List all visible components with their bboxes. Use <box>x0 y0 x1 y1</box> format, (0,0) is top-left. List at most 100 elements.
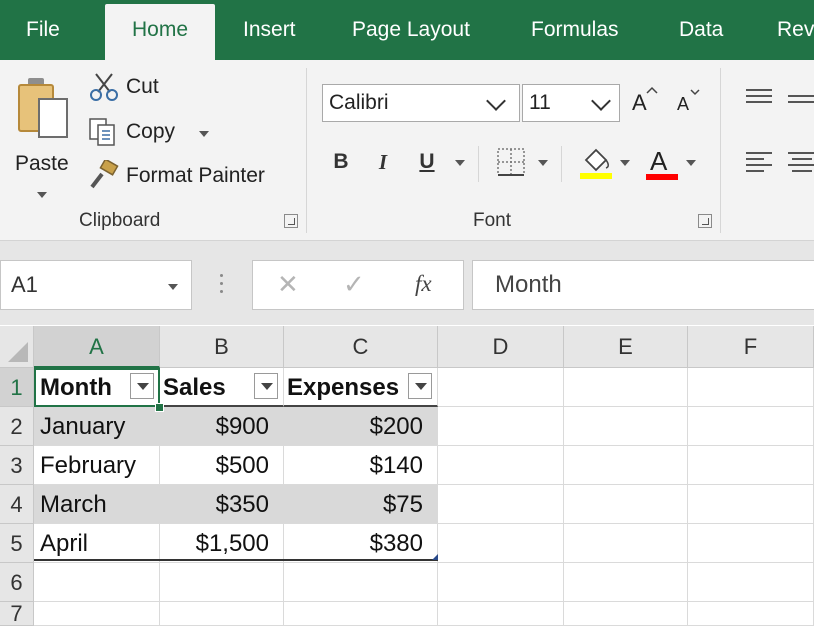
column-header-d[interactable]: D <box>438 326 564 368</box>
select-all-button[interactable] <box>0 326 34 368</box>
font-color-dropdown-icon[interactable] <box>686 160 696 166</box>
cell-c6[interactable] <box>284 563 438 602</box>
cell-a5[interactable]: April <box>34 524 160 563</box>
column-header-a[interactable]: A <box>34 326 160 368</box>
cell-e5[interactable] <box>564 524 688 563</box>
worksheet-grid: ABCDEF 1234567 Month Sales Expenses January… <box>0 326 814 626</box>
tab-home[interactable]: Home <box>105 4 215 60</box>
fill-handle[interactable] <box>155 403 164 412</box>
cell-d7[interactable] <box>438 602 564 626</box>
underline-dropdown-icon[interactable] <box>455 160 465 166</box>
cell-e3[interactable] <box>564 446 688 485</box>
cell-d3[interactable] <box>438 446 564 485</box>
row-header-4[interactable]: 4 <box>0 485 34 524</box>
cell-f2[interactable] <box>688 407 814 446</box>
cell-f7[interactable] <box>688 602 814 626</box>
tab-insert[interactable]: Insert <box>243 0 296 60</box>
fill-color-dropdown-icon[interactable] <box>620 160 630 166</box>
cell-b4[interactable]: $350 <box>160 485 284 524</box>
copy-button[interactable]: Copy <box>126 120 175 144</box>
clipboard-dialog-launcher-icon[interactable] <box>284 214 298 228</box>
cell-b5[interactable]: $1,500 <box>160 524 284 563</box>
cell-f1[interactable] <box>688 368 814 407</box>
column-header-e[interactable]: E <box>564 326 688 368</box>
cell-d2[interactable] <box>438 407 564 446</box>
table-header-cell[interactable]: Expenses <box>284 368 438 407</box>
row-header-1[interactable]: 1 <box>0 368 34 407</box>
row-header-5[interactable]: 5 <box>0 524 34 563</box>
cell-c2[interactable]: $200 <box>284 407 438 446</box>
insert-function-button[interactable]: fx <box>415 271 432 297</box>
cell-e1[interactable] <box>564 368 688 407</box>
row-header-3[interactable]: 3 <box>0 446 34 485</box>
name-box-dropdown-icon[interactable] <box>168 284 178 290</box>
middle-align-icon[interactable] <box>786 92 814 114</box>
font-dialog-launcher-icon[interactable] <box>698 214 712 228</box>
align-left-icon[interactable] <box>744 150 774 174</box>
cell-f4[interactable] <box>688 485 814 524</box>
row-header-2[interactable]: 2 <box>0 407 34 446</box>
cell-e6[interactable] <box>564 563 688 602</box>
align-center-icon[interactable] <box>786 150 814 174</box>
cell-d6[interactable] <box>438 563 564 602</box>
cell-value: $500 <box>215 452 269 479</box>
cell-b7[interactable] <box>160 602 284 626</box>
cell-c3[interactable]: $140 <box>284 446 438 485</box>
tab-data[interactable]: Data <box>679 0 723 60</box>
cell-a4[interactable]: March <box>34 485 160 524</box>
underline-button[interactable]: U <box>414 146 440 178</box>
cell-f3[interactable] <box>688 446 814 485</box>
enter-icon[interactable]: ✓ <box>343 269 365 300</box>
cell-value: $380 <box>369 530 423 557</box>
table-header-cell[interactable]: Sales <box>160 368 284 407</box>
tab-file[interactable]: File <box>26 0 60 60</box>
font-color-button[interactable]: A <box>650 146 667 177</box>
fill-color-icon[interactable] <box>578 144 614 180</box>
cell-c7[interactable] <box>284 602 438 626</box>
tab-formulas[interactable]: Formulas <box>531 0 619 60</box>
copy-dropdown-icon[interactable] <box>199 131 209 137</box>
formula-input[interactable]: Month <box>472 260 814 310</box>
cell-e7[interactable] <box>564 602 688 626</box>
row-header-6[interactable]: 6 <box>0 563 34 602</box>
column-header-b[interactable]: B <box>160 326 284 368</box>
name-box[interactable]: A1 <box>0 260 192 310</box>
cell-f5[interactable] <box>688 524 814 563</box>
cell-a2[interactable]: January <box>34 407 160 446</box>
cell-b3[interactable]: $500 <box>160 446 284 485</box>
row-header-7[interactable]: 7 <box>0 602 34 626</box>
column-header-f[interactable]: F <box>688 326 814 368</box>
column-header-c[interactable]: C <box>284 326 438 368</box>
shrink-font-button[interactable]: A <box>677 94 689 115</box>
cancel-icon[interactable]: ✕ <box>277 269 299 300</box>
tab-page-layout[interactable]: Page Layout <box>352 0 470 60</box>
cell-e2[interactable] <box>564 407 688 446</box>
formula-bar-grip-icon[interactable] <box>220 274 224 296</box>
cell-b6[interactable] <box>160 563 284 602</box>
cell-a6[interactable] <box>34 563 160 602</box>
cell-e4[interactable] <box>564 485 688 524</box>
italic-button[interactable]: I <box>370 146 396 178</box>
borders-dropdown-icon[interactable] <box>538 160 548 166</box>
borders-icon[interactable] <box>496 147 526 177</box>
format-painter-button[interactable]: Format Painter <box>126 164 265 188</box>
cell-d1[interactable] <box>438 368 564 407</box>
grow-font-button[interactable]: A <box>632 90 647 116</box>
table-resize-handle-icon[interactable] <box>432 554 438 560</box>
cell-a3[interactable]: February <box>34 446 160 485</box>
top-align-icon[interactable] <box>744 86 774 108</box>
cell-c5[interactable]: $380 <box>284 524 438 563</box>
cell-f6[interactable] <box>688 563 814 602</box>
cell-c4[interactable]: $75 <box>284 485 438 524</box>
filter-dropdown-button[interactable] <box>408 373 432 399</box>
paste-button[interactable]: Paste <box>10 70 76 200</box>
filter-dropdown-button[interactable] <box>254 373 278 399</box>
cut-button[interactable]: Cut <box>126 75 159 99</box>
bold-button[interactable]: B <box>328 146 354 178</box>
font-color-swatch <box>646 174 678 180</box>
cell-a7[interactable] <box>34 602 160 626</box>
tab-review[interactable]: Rev <box>777 0 814 60</box>
cell-d4[interactable] <box>438 485 564 524</box>
cell-b2[interactable]: $900 <box>160 407 284 446</box>
cell-d5[interactable] <box>438 524 564 563</box>
